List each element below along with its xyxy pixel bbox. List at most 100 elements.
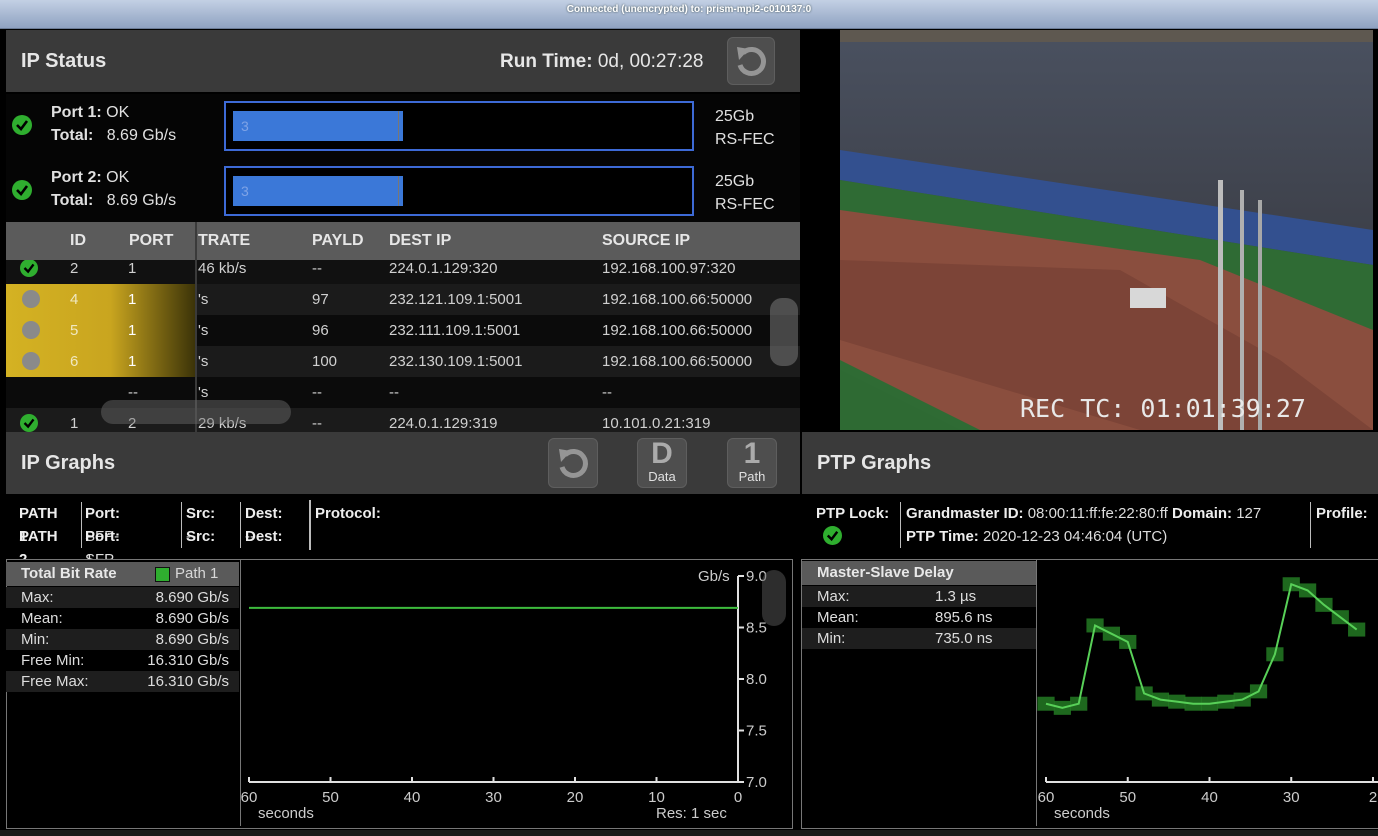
- port2-bandwidth-bar: 3: [224, 166, 694, 216]
- ip-graphs-title: IP Graphs: [21, 452, 116, 474]
- ptp-lock: PTP Lock:: [816, 502, 889, 525]
- ptp-stats: Max: 1.3 µs Mean: 895.6 ns Min: 735.0 ns: [802, 586, 1036, 649]
- bitrate-resolution: Res: 1 sec: [656, 805, 727, 822]
- stream-ok-icon: [20, 414, 38, 432]
- bitrate-unit: Gb/s: [698, 568, 730, 585]
- x-tick-label: 10: [648, 789, 665, 806]
- bitrate-stats: Max: 8.690 Gb/s Mean: 8.690 Gb/s Min: 8.690…: [6, 587, 239, 692]
- port1-label: Port 1: OK Total: 8.69 Gb/s: [51, 104, 177, 144]
- col-rate[interactable]: TRATE: [198, 232, 250, 250]
- run-time-label: Run Time:: [500, 51, 593, 72]
- port2-label: Port 2: OK Total: 8.69 Gb/s: [51, 169, 177, 209]
- path1-legend-swatch: [155, 567, 170, 582]
- video-preview[interactable]: REC TC: 01:01:39:27: [840, 30, 1373, 430]
- table-vertical-scrollbar[interactable]: [770, 298, 798, 366]
- stat-row: Max: 1.3 µs: [802, 586, 1036, 607]
- data-mode-button[interactable]: D Data: [637, 438, 687, 488]
- y-tick-label: 7.5: [746, 723, 767, 740]
- port1-speed: 25Gb RS-FEC: [715, 108, 775, 148]
- bottom-strip: [0, 830, 1378, 836]
- run-time: Run Time: 0d, 00:27:28: [500, 51, 703, 73]
- x-tick-label: 40: [1201, 789, 1218, 806]
- y-tick-label: 8.5: [746, 620, 767, 637]
- x-tick-label: 30: [485, 789, 502, 806]
- stream-ok-icon: [20, 260, 38, 277]
- port2-bar-marker: [398, 176, 399, 206]
- stat-row: Free Max: 16.310 Gb/s: [6, 671, 239, 692]
- ptp-stats-title: Master-Slave Delay: [817, 564, 954, 581]
- path-select-button[interactable]: 1 Path: [727, 438, 777, 488]
- bitrate-chart: 9.08.58.07.57.060 50 40 30 20 10 0: [241, 568, 767, 806]
- table-row[interactable]: 2 1 46 kb/s -- 224.0.1.129:320 192.168.1…: [6, 260, 800, 284]
- ptp-stats-header: Master-Slave Delay: [802, 561, 1036, 585]
- data-glyph: D: [651, 437, 673, 470]
- stat-row: Min: 735.0 ns: [802, 628, 1036, 649]
- data-label: Data: [648, 469, 676, 484]
- stream-status-dot: [22, 321, 40, 339]
- col-port[interactable]: PORT: [129, 232, 173, 250]
- delay-band-segment: [1037, 696, 1055, 711]
- path-label: Path: [738, 469, 766, 484]
- column-frozen-divider: [195, 222, 197, 260]
- x-tick-label: 50: [1119, 789, 1136, 806]
- table-row[interactable]: 4 1 's 97 232.121.109.1:5001 192.168.100…: [6, 284, 800, 315]
- stat-row: Mean: 895.6 ns: [802, 607, 1036, 628]
- col-source-ip[interactable]: SOURCE IP: [602, 232, 690, 250]
- x-tick-label: 2: [1369, 789, 1377, 806]
- bitrate-stats-header: Total Bit Rate Path 1: [6, 562, 239, 586]
- bitrate-stats-title: Total Bit Rate: [21, 565, 117, 582]
- table-horizontal-scrollbar[interactable]: [101, 400, 291, 424]
- reset-graph-button[interactable]: [548, 438, 598, 488]
- video-timecode: REC TC: 01:01:39:27: [1020, 394, 1306, 423]
- stat-row: Free Min: 16.310 Gb/s: [6, 650, 239, 671]
- port1-bar-fill: 3: [233, 111, 403, 141]
- col-id[interactable]: ID: [70, 232, 86, 250]
- stream-status-dot: [22, 290, 40, 308]
- reset-runtime-button[interactable]: [727, 37, 775, 85]
- protocol-label: Protocol:: [315, 505, 381, 522]
- x-tick-label: 0: [734, 789, 742, 806]
- port1-bandwidth-bar: 3: [224, 101, 694, 151]
- ptp-lock-ok-icon: [823, 526, 842, 545]
- ip-status-title: IP Status: [21, 50, 107, 72]
- stadium-video-frame: [840, 30, 1373, 430]
- port2-ok-icon: [12, 180, 32, 200]
- x-tick-label: 50: [322, 789, 339, 806]
- stream-status-dot: [22, 352, 40, 370]
- ptp-profile: Profile:: [1316, 505, 1368, 522]
- stat-row: Mean: 8.690 Gb/s: [6, 608, 239, 629]
- stream-table-header: ID PORT TRATE PAYLD DEST IP SOURCE IP: [6, 222, 800, 260]
- ptp-delay-chart: 60 50 40 30 2: [1037, 577, 1378, 806]
- reset-icon: [737, 47, 766, 76]
- ptp-info: Grandmaster ID: 08:00:11:ff:fe:22:80:ff …: [906, 505, 1262, 545]
- x-tick-label: 30: [1283, 789, 1300, 806]
- x-tick-label: 60: [241, 789, 257, 806]
- window-titlebar: Connected (unencrypted) to: prism-mpi2-c…: [0, 0, 1378, 29]
- bitrate-xlabel: seconds: [258, 805, 314, 822]
- y-tick-label: 7.0: [746, 774, 767, 791]
- path-glyph: 1: [743, 437, 761, 470]
- table-row[interactable]: 5 1 's 96 232.111.109.1:5001 192.168.100…: [6, 315, 800, 346]
- table-row[interactable]: 6 1 's 100 232.130.109.1:5001 192.168.10…: [6, 346, 800, 377]
- port1-bar-marker: [398, 111, 399, 141]
- run-time-value: 0d, 00:27:28: [597, 51, 704, 72]
- master-slave-delay-line: [1045, 582, 1358, 709]
- port1-ok-icon: [12, 115, 32, 135]
- port2-speed: 25Gb RS-FEC: [715, 173, 775, 213]
- x-tick-label: 20: [567, 789, 584, 806]
- graph-scrollbar[interactable]: [762, 570, 786, 626]
- x-tick-label: 60: [1038, 789, 1055, 806]
- ptp-graphs-title: PTP Graphs: [817, 452, 932, 474]
- col-payload[interactable]: PAYLD: [312, 232, 364, 250]
- ptp-lock-label: PTP Lock:: [816, 505, 890, 522]
- y-tick-label: 8.0: [746, 671, 767, 688]
- reset-icon: [559, 449, 588, 478]
- stat-row: Max: 8.690 Gb/s: [6, 587, 239, 608]
- window-title: Connected (unencrypted) to: prism-mpi2-c…: [566, 4, 812, 15]
- x-tick-label: 40: [404, 789, 421, 806]
- col-dest-ip[interactable]: DEST IP: [389, 232, 451, 250]
- path1-legend-label: Path 1: [175, 565, 219, 582]
- ptp-xlabel: seconds: [1054, 805, 1110, 822]
- stat-row: Min: 8.690 Gb/s: [6, 629, 239, 650]
- stream-table-body[interactable]: 2 1 46 kb/s -- 224.0.1.129:320 192.168.1…: [6, 260, 800, 432]
